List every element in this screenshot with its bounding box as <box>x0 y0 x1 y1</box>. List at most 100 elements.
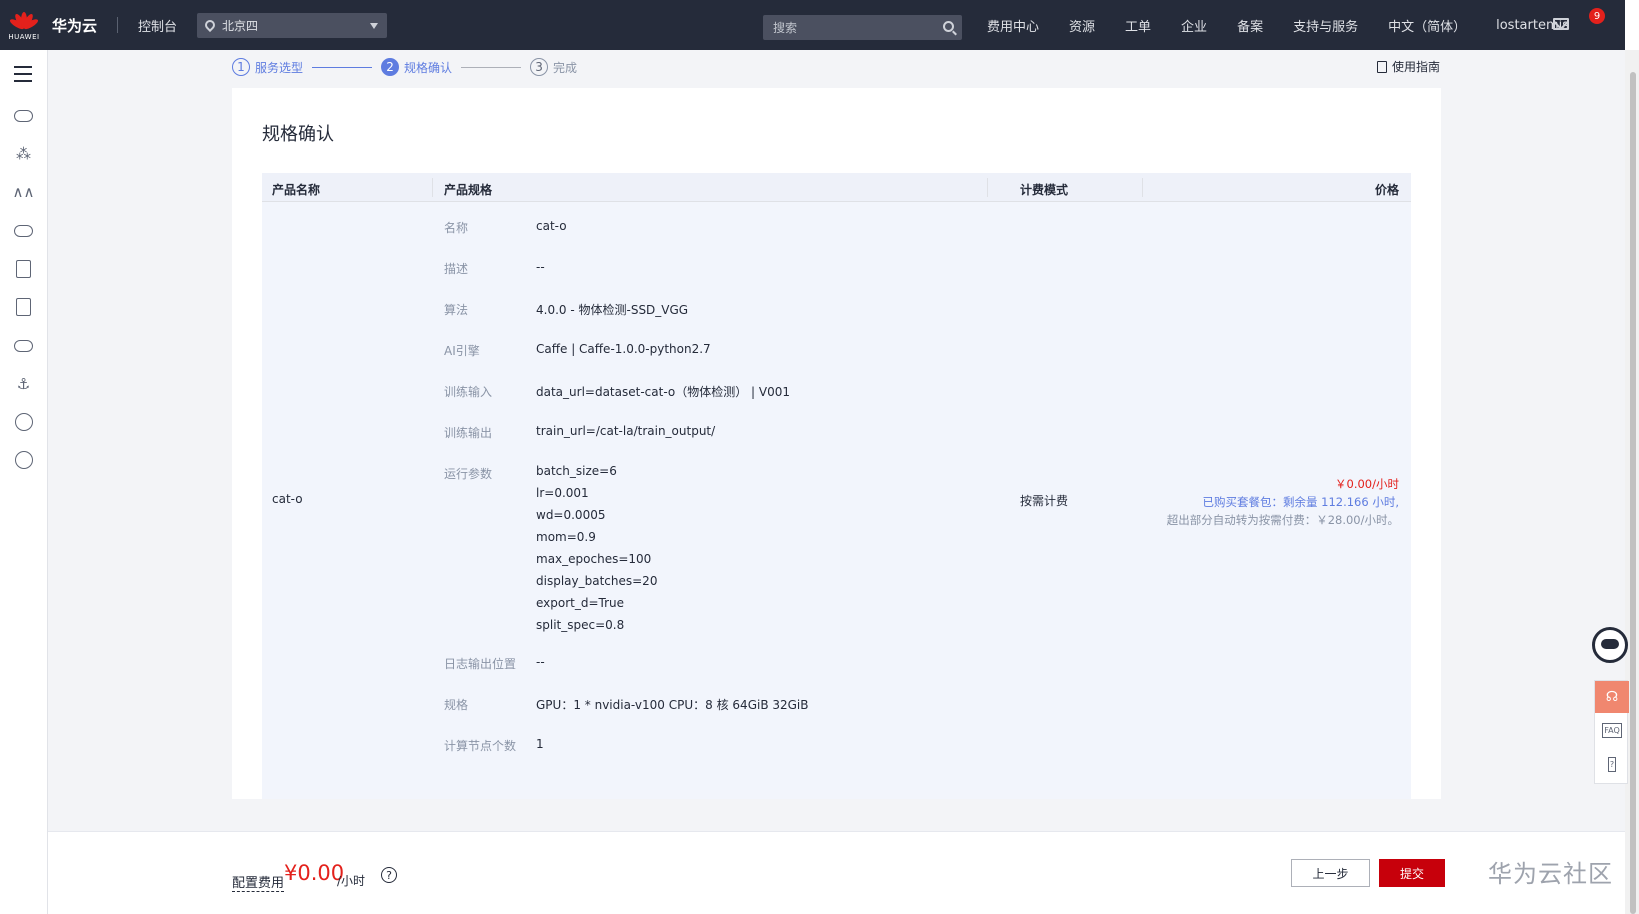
run-param: lr=0.001 <box>536 486 589 500</box>
spec-value: cat-o <box>536 219 567 233</box>
spec-table: 产品名称 产品规格 计费模式 价格 cat-o 名称 cat-o 描述 -- 算… <box>262 173 1411 799</box>
page-scrollbar-thumb[interactable] <box>1630 72 1636 914</box>
cloud-backup-icon[interactable] <box>14 336 33 355</box>
spec-value: train_url=/cat-la/train_output/ <box>536 424 716 438</box>
step-3-number: 3 <box>530 58 549 76</box>
price-cell: ￥0.00/小时 已购买套餐包：剩余量 112.166 小时, 超出部分自动转为… <box>1167 475 1399 529</box>
run-param: display_batches=20 <box>536 574 658 588</box>
spec-row-name: 名称 cat-o <box>444 219 567 236</box>
page-title: 规格确认 <box>262 124 334 145</box>
usage-guide-link[interactable]: 使用指南 <box>1377 58 1440 75</box>
huawei-flower-icon <box>8 10 40 32</box>
spec-key: 规格 <box>444 698 469 712</box>
spec-row-algorithm: 算法 4.0.0 - 物体检测-SSD_VGG <box>444 301 688 318</box>
header-separator <box>1142 178 1143 197</box>
spec-confirm-card: 规格确认 产品名称 产品规格 计费模式 价格 cat-o 名称 cat-o 描述… <box>232 88 1441 799</box>
step-1-label: 服务选型 <box>255 60 304 75</box>
spec-row-node-count: 计算节点个数 1 <box>444 737 544 754</box>
faq-label: FAQ <box>1602 722 1622 738</box>
mail-badge: 9 <box>1589 8 1605 24</box>
bottom-action-bar: 配置费用 ¥0.00 /小时 ? 上一步 提交 华为云社区 <box>48 831 1625 914</box>
nav-resources[interactable]: 资源 <box>1069 16 1095 35</box>
header-product-name: 产品名称 <box>272 183 321 197</box>
spec-value: -- <box>536 655 545 669</box>
database-icon[interactable] <box>14 259 33 278</box>
help-icon[interactable]: ? <box>381 867 397 883</box>
spec-row-training-input: 训练输入 data_url=dataset-cat-o（物体检测） | V001 <box>444 383 790 400</box>
topbar-divider <box>117 17 119 33</box>
deploy-icon[interactable]: ⚓ <box>14 374 33 393</box>
spec-value: -- <box>536 260 545 274</box>
search-input[interactable] <box>773 20 933 35</box>
region-selector[interactable]: 北京四 <box>197 12 388 38</box>
run-param: export_d=True <box>536 596 625 610</box>
spec-row-description: 描述 -- <box>444 260 545 277</box>
nav-language[interactable]: 中文（简体） <box>1388 16 1466 35</box>
faq-icon[interactable]: FAQ <box>1595 713 1629 747</box>
price-hourly: ￥0.00/小时 <box>1335 477 1399 491</box>
edit-doc-icon <box>1377 60 1387 73</box>
spec-key: 算法 <box>444 303 469 317</box>
assistant-robot-icon[interactable] <box>1592 627 1628 663</box>
nav-billing-center[interactable]: 费用中心 <box>987 16 1039 35</box>
spec-row-flavor: 规格 GPU：1 * nvidia-v100 CPU：8 核 64GiB 32G… <box>444 696 809 713</box>
billing-mode-cell: 按需计费 <box>1020 494 1069 508</box>
brand-name[interactable]: 华为云 <box>52 15 97 36</box>
logo-text: HUAWEI <box>8 32 40 41</box>
step-3-label: 完成 <box>553 60 578 75</box>
spec-value: 4.0.0 - 物体检测-SSD_VGG <box>536 303 689 317</box>
header-separator <box>987 178 988 197</box>
top-nav-links: 费用中心 资源 工单 企业 备案 支持与服务 中文（简体） lostartemi… <box>987 0 1599 50</box>
search-icon[interactable] <box>943 21 954 32</box>
package-remaining: 已购买套餐包：剩余量 112.166 小时, <box>1202 495 1399 509</box>
spec-key: 运行参数 <box>444 467 493 481</box>
search-box <box>763 15 962 40</box>
mail-icon[interactable] <box>1553 18 1569 30</box>
network-icon[interactable]: ∧∧ <box>13 182 35 201</box>
menu-icon[interactable] <box>14 66 32 87</box>
nav-support[interactable]: 支持与服务 <box>1293 16 1358 35</box>
region-label: 北京四 <box>222 18 259 33</box>
step-connector <box>312 66 373 68</box>
feedback-icon[interactable]: ? <box>1595 747 1629 781</box>
run-param: batch_size=6 <box>536 464 617 478</box>
spec-key: 日志输出位置 <box>444 657 517 671</box>
header-billing-mode: 计费模式 <box>1020 183 1069 197</box>
overage-note: 超出部分自动转为按需付费：￥28.00/小时。 <box>1166 513 1399 527</box>
run-params-list: batch_size=6 lr=0.001 wd=0.0005 mom=0.9 … <box>536 460 657 636</box>
huawei-logo[interactable]: HUAWEI <box>0 0 48 50</box>
table-header: 产品名称 产品规格 计费模式 价格 <box>262 173 1411 202</box>
location-pin-icon <box>202 17 218 33</box>
step-connector <box>461 66 522 68</box>
spec-value: data_url=dataset-cat-o（物体检测） | V001 <box>536 385 790 399</box>
header-product-spec: 产品规格 <box>444 183 493 197</box>
spec-row-ai-engine: AI引擎 Caffe | Caffe-1.0.0-python2.7 <box>444 342 711 359</box>
step-2-label: 规格确认 <box>404 60 453 75</box>
ip-icon[interactable] <box>14 450 33 469</box>
nav-tickets[interactable]: 工单 <box>1125 16 1151 35</box>
console-link[interactable]: 控制台 <box>138 16 177 35</box>
cluster-icon[interactable]: ⁂ <box>14 144 33 163</box>
config-fee-unit: /小时 <box>337 874 366 888</box>
nav-enterprise[interactable]: 企业 <box>1181 16 1207 35</box>
cloud-storage-icon[interactable] <box>14 221 33 240</box>
customer-service-icon[interactable]: ☊ <box>1595 681 1629 713</box>
submit-button[interactable]: 提交 <box>1379 859 1445 887</box>
spec-key: 描述 <box>444 262 469 276</box>
run-param: max_epoches=100 <box>536 552 652 566</box>
cloud-server-icon[interactable] <box>14 106 33 125</box>
spec-key: 训练输出 <box>444 426 493 440</box>
spec-key: AI引擎 <box>444 344 480 358</box>
spec-row-run-params: 运行参数 batch_size=6 lr=0.001 wd=0.0005 mom… <box>444 460 657 636</box>
left-sidebar: ⁂ ∧∧ ⚓ <box>0 50 48 914</box>
product-name-cell: cat-o <box>272 492 303 506</box>
nav-icp-filing[interactable]: 备案 <box>1237 16 1263 35</box>
spec-key: 名称 <box>444 221 469 235</box>
run-param: mom=0.9 <box>536 530 596 544</box>
globe-icon[interactable] <box>14 412 33 431</box>
config-fee-label[interactable]: 配置费用 <box>232 872 285 892</box>
previous-step-button[interactable]: 上一步 <box>1291 859 1370 887</box>
step-1-number: 1 <box>232 58 250 76</box>
spec-value: Caffe | Caffe-1.0.0-python2.7 <box>536 342 711 356</box>
document-icon[interactable] <box>14 297 33 316</box>
